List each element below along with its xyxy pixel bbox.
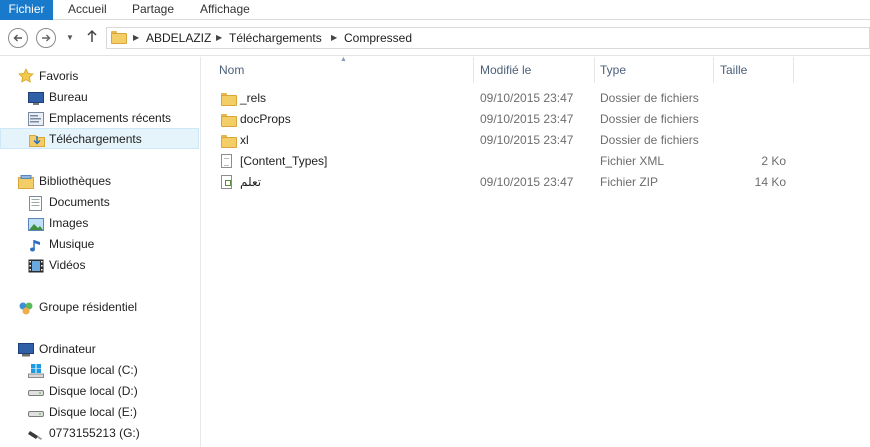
sidebar-item-groupe-residentiel[interactable]: Groupe résidentiel: [0, 297, 200, 318]
column-header-nom[interactable]: Nom: [219, 57, 469, 83]
column-divider[interactable]: [594, 57, 595, 83]
column-header-modifie[interactable]: Modifié le: [480, 57, 590, 83]
file-size: 2 Ko: [761, 154, 786, 168]
navigation-bar: ▼ ▶ ABDELAZIZ ▶ Téléchargements ▶ Compre…: [0, 20, 870, 56]
drive-icon: [28, 385, 44, 399]
file-size: 14 Ko: [754, 175, 786, 189]
images-icon: [28, 217, 44, 231]
sidebar-item-emplacements-recents[interactable]: Emplacements récents: [0, 108, 200, 129]
recent-places-icon: [28, 112, 44, 126]
sidebar-item-ordinateur[interactable]: Ordinateur: [0, 339, 200, 360]
sidebar-item-disque-e[interactable]: Disque local (E:): [0, 402, 200, 423]
file-modified: 09/10/2015 23:47: [480, 91, 574, 105]
file-modified: 09/10/2015 23:47: [480, 112, 574, 126]
column-header-type[interactable]: Type: [600, 57, 710, 83]
zip-file-icon: [221, 175, 235, 190]
homegroup-icon: [18, 301, 34, 315]
file-type: Dossier de fichiers: [600, 91, 699, 105]
file-row[interactable]: docProps 09/10/2015 23:47 Dossier de fic…: [219, 109, 799, 130]
computer-icon: [18, 343, 34, 357]
sidebar-item-videos[interactable]: Vidéos: [0, 255, 200, 276]
navigation-pane: Favoris Bureau Emplacements récents Télé…: [0, 57, 201, 447]
back-arrow-icon[interactable]: [8, 28, 28, 48]
libraries-icon: [18, 175, 34, 189]
folder-icon: [221, 91, 237, 106]
breadcrumb-compressed[interactable]: Compressed: [344, 31, 412, 45]
up-arrow-icon[interactable]: [86, 28, 98, 48]
xml-file-icon: [221, 154, 235, 169]
drive-icon: [28, 406, 44, 420]
file-name: [Content_Types]: [240, 154, 328, 168]
tab-accueil[interactable]: Accueil: [68, 0, 107, 20]
desktop-icon: [28, 91, 44, 105]
sidebar-item-musique[interactable]: Musique: [0, 234, 200, 255]
recent-locations-chevron-down-icon[interactable]: ▼: [66, 33, 74, 42]
windows-drive-icon: [28, 364, 44, 378]
file-modified: 09/10/2015 23:47: [480, 133, 574, 147]
folder-icon: [221, 133, 237, 148]
file-row[interactable]: تعلم 09/10/2015 23:47 Fichier ZIP 14 Ko: [219, 172, 799, 193]
music-icon: [29, 238, 45, 252]
sidebar-item-bibliotheques[interactable]: Bibliothèques: [0, 171, 200, 192]
folder-icon: [111, 31, 127, 44]
sidebar-item-images[interactable]: Images: [0, 213, 200, 234]
file-row[interactable]: [Content_Types] Fichier XML 2 Ko: [219, 151, 799, 172]
breadcrumb-abdelaziz[interactable]: ABDELAZIZ: [146, 31, 211, 45]
breadcrumb-separator-icon[interactable]: ▶: [133, 33, 139, 42]
tab-partage[interactable]: Partage: [132, 0, 174, 20]
file-name: تعلم: [240, 175, 262, 189]
documents-icon: [29, 196, 45, 211]
breadcrumb-separator-icon[interactable]: ▶: [216, 33, 222, 42]
file-modified: 09/10/2015 23:47: [480, 175, 574, 189]
tab-fichier[interactable]: Fichier: [0, 0, 53, 20]
file-name: docProps: [240, 112, 291, 126]
file-row[interactable]: xl 09/10/2015 23:47 Dossier de fichiers: [219, 130, 799, 151]
file-type: Dossier de fichiers: [600, 112, 699, 126]
folder-icon: [221, 112, 237, 127]
breadcrumb-telechargements[interactable]: Téléchargements: [229, 31, 322, 45]
sidebar-item-drive-g[interactable]: 0773155213 (G:): [0, 423, 200, 444]
file-type: Fichier ZIP: [600, 175, 659, 189]
sidebar-item-bureau[interactable]: Bureau: [0, 87, 200, 108]
address-bar[interactable]: ▶ ABDELAZIZ ▶ Téléchargements ▶ Compress…: [106, 27, 870, 49]
column-divider[interactable]: [473, 57, 474, 83]
file-row[interactable]: _rels 09/10/2015 23:47 Dossier de fichie…: [219, 88, 799, 109]
file-type: Dossier de fichiers: [600, 133, 699, 147]
ribbon-tabs: Fichier Accueil Partage Affichage: [0, 0, 870, 20]
file-list: ▲ Nom Modifié le Type Taille _rels 09/10…: [201, 56, 870, 447]
sidebar-item-favoris[interactable]: Favoris: [0, 66, 200, 87]
sidebar-item-telechargements[interactable]: Téléchargements: [0, 128, 199, 149]
videos-icon: [28, 259, 44, 273]
column-header-taille[interactable]: Taille: [720, 57, 790, 83]
sidebar-item-documents[interactable]: Documents: [0, 192, 200, 213]
usb-drive-icon: [28, 427, 44, 441]
tab-affichage[interactable]: Affichage: [200, 0, 250, 20]
downloads-icon: [29, 132, 45, 147]
forward-arrow-icon[interactable]: [36, 28, 56, 48]
star-icon: [18, 68, 34, 83]
file-name: xl: [240, 133, 249, 147]
sidebar-item-disque-c[interactable]: Disque local (C:): [0, 360, 200, 381]
breadcrumb-separator-icon[interactable]: ▶: [331, 33, 337, 42]
file-name: _rels: [240, 91, 267, 105]
sidebar-item-disque-d[interactable]: Disque local (D:): [0, 381, 200, 402]
column-divider[interactable]: [793, 57, 794, 83]
file-type: Fichier XML: [600, 154, 665, 168]
column-divider[interactable]: [713, 57, 714, 83]
